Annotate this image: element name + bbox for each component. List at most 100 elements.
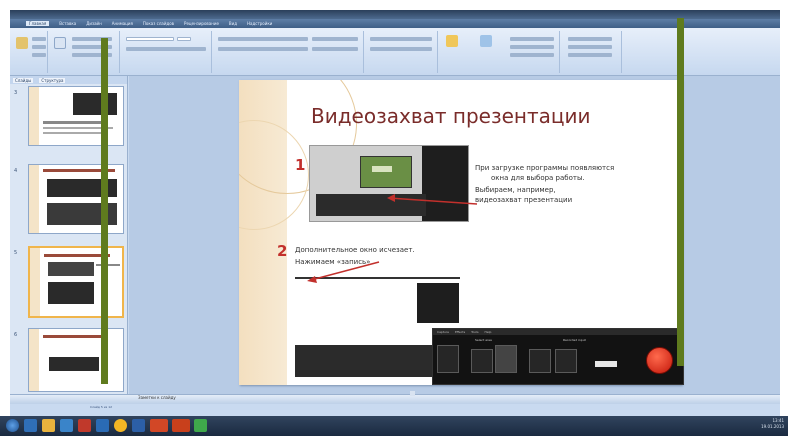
recorder-toolbar: Capture Effects Tools Help Select area R…	[432, 328, 684, 385]
thumbnail-image	[49, 357, 99, 371]
list-buttons[interactable]	[218, 37, 308, 41]
slide-thumbnail[interactable]	[28, 86, 124, 146]
shapes-gallery-row2[interactable]	[370, 47, 432, 51]
ribbon	[10, 28, 780, 76]
pane-tabs: Слайды Структура	[10, 76, 127, 84]
fullscreen-button[interactable]	[437, 345, 459, 373]
font-format-buttons[interactable]	[126, 47, 206, 51]
notes-bar	[10, 394, 780, 404]
thumbnail-text	[43, 132, 107, 134]
webcam-button[interactable]	[529, 349, 551, 373]
status-slide-info: Слайд 5 из 12	[90, 405, 113, 409]
arrange-icon[interactable]	[446, 35, 458, 47]
select-button[interactable]	[568, 53, 612, 57]
thumbnail-number: 5	[14, 250, 18, 256]
app-icon[interactable]	[194, 419, 207, 432]
shape-outline-button[interactable]	[510, 45, 554, 49]
slides-pane: Слайды Структура 3 4 5 6	[10, 76, 128, 394]
copy-button[interactable]	[32, 45, 46, 49]
recorder-input-label: Recorded input	[563, 338, 586, 342]
align-text-button[interactable]	[312, 47, 358, 51]
annotation-arrowhead-1	[387, 194, 395, 202]
thumbnail-text	[96, 264, 120, 266]
explorer-icon[interactable]	[42, 419, 55, 432]
notes-placeholder[interactable]: Заметки к слайду	[138, 395, 176, 400]
audio-button[interactable]	[555, 349, 577, 373]
recorder-area-label: Select area	[475, 338, 492, 342]
ie-browser-icon[interactable]	[60, 419, 73, 432]
record-button[interactable]	[646, 347, 673, 374]
replace-button[interactable]	[568, 45, 612, 49]
tray-date: 19.01.2013	[761, 424, 784, 429]
quick-styles-icon[interactable]	[480, 35, 492, 47]
recorder-menu-item[interactable]: Capture	[437, 330, 449, 334]
cut-button[interactable]	[32, 37, 46, 41]
thumbnail-image	[48, 262, 94, 276]
powerpoint-icon[interactable]	[150, 419, 168, 432]
font-name-select[interactable]	[126, 37, 174, 41]
shape-effects-button[interactable]	[510, 53, 554, 57]
word-icon[interactable]	[96, 419, 109, 432]
shape-fill-button[interactable]	[510, 37, 554, 41]
app-icon[interactable]	[78, 419, 91, 432]
slide-thumbnail-selected[interactable]	[28, 246, 124, 318]
ribbon-group-styles	[440, 31, 560, 73]
tab-addins[interactable]: Надстройки	[247, 21, 272, 26]
tab-slideshow[interactable]: Показ слайдов	[143, 21, 174, 26]
text-direction-button[interactable]	[312, 37, 358, 41]
paste-icon[interactable]	[16, 37, 28, 49]
app-icon[interactable]	[132, 419, 145, 432]
find-button[interactable]	[568, 37, 612, 41]
ribbon-group-clipboard	[12, 31, 48, 73]
annotation-arrow-2	[310, 261, 380, 281]
shapes-gallery[interactable]	[370, 37, 432, 41]
recorder-menu: Capture Effects Tools Help	[433, 329, 683, 335]
green-vertical-bar-right	[677, 18, 684, 366]
format-painter-button[interactable]	[32, 53, 46, 57]
thumbnail-decor	[29, 329, 39, 391]
thumbnail-number: 3	[14, 90, 18, 96]
tab-outline[interactable]: Структура	[39, 77, 66, 83]
taskbar: 13:41 19.01.2013	[0, 416, 788, 436]
thumbnail-image	[48, 282, 94, 304]
recorder-menu-item[interactable]: Help	[485, 330, 492, 334]
tab-view[interactable]: Вид	[229, 21, 237, 26]
tab-slides[interactable]: Слайды	[13, 77, 34, 83]
system-tray[interactable]: 13:41 19.01.2013	[761, 418, 784, 430]
ie-icon[interactable]	[24, 419, 37, 432]
camtasia-icon[interactable]	[172, 419, 190, 432]
audio-level-slider[interactable]	[595, 361, 617, 367]
tab-animation[interactable]: Анимация	[112, 21, 133, 26]
ribbon-group-font	[122, 31, 212, 73]
green-vertical-bar-left	[101, 38, 108, 384]
thumbnail-number: 6	[14, 332, 18, 338]
slide-nav-arrow[interactable]	[410, 391, 415, 396]
tab-insert[interactable]: Вставка	[59, 21, 76, 26]
thumbnail-title	[43, 335, 103, 338]
ribbon-group-slides	[50, 31, 120, 73]
font-size-select[interactable]	[177, 37, 191, 41]
slide-thumbnail[interactable]	[28, 328, 124, 392]
new-slide-icon[interactable]	[54, 37, 66, 49]
slide-thumbnail[interactable]	[28, 164, 124, 234]
title-bar	[10, 10, 780, 19]
align-buttons[interactable]	[218, 47, 308, 51]
custom-area-button[interactable]	[471, 349, 493, 373]
dimensions-button[interactable]	[495, 345, 517, 373]
tab-design[interactable]: Дизайн	[86, 21, 102, 26]
thumbnail-decor	[29, 165, 39, 233]
annotation-arrowhead-2	[307, 276, 317, 283]
tab-review[interactable]: Рецензирование	[184, 21, 219, 26]
recorder-menu-item[interactable]: Effects	[455, 330, 465, 334]
start-button-icon[interactable]	[6, 419, 19, 432]
thumbnail-decor	[29, 87, 39, 145]
tab-home[interactable]: Главная	[26, 21, 50, 26]
ribbon-group-drawing	[366, 31, 438, 73]
chrome-icon[interactable]	[114, 419, 127, 432]
thumbnail-number: 4	[14, 168, 18, 174]
thumbnail-image	[73, 93, 117, 115]
thumbnail-text	[43, 121, 103, 124]
thumbnail-decor	[30, 248, 40, 316]
recorder-menu-item[interactable]: Tools	[471, 330, 478, 334]
annotation-arrow-1	[388, 197, 478, 205]
